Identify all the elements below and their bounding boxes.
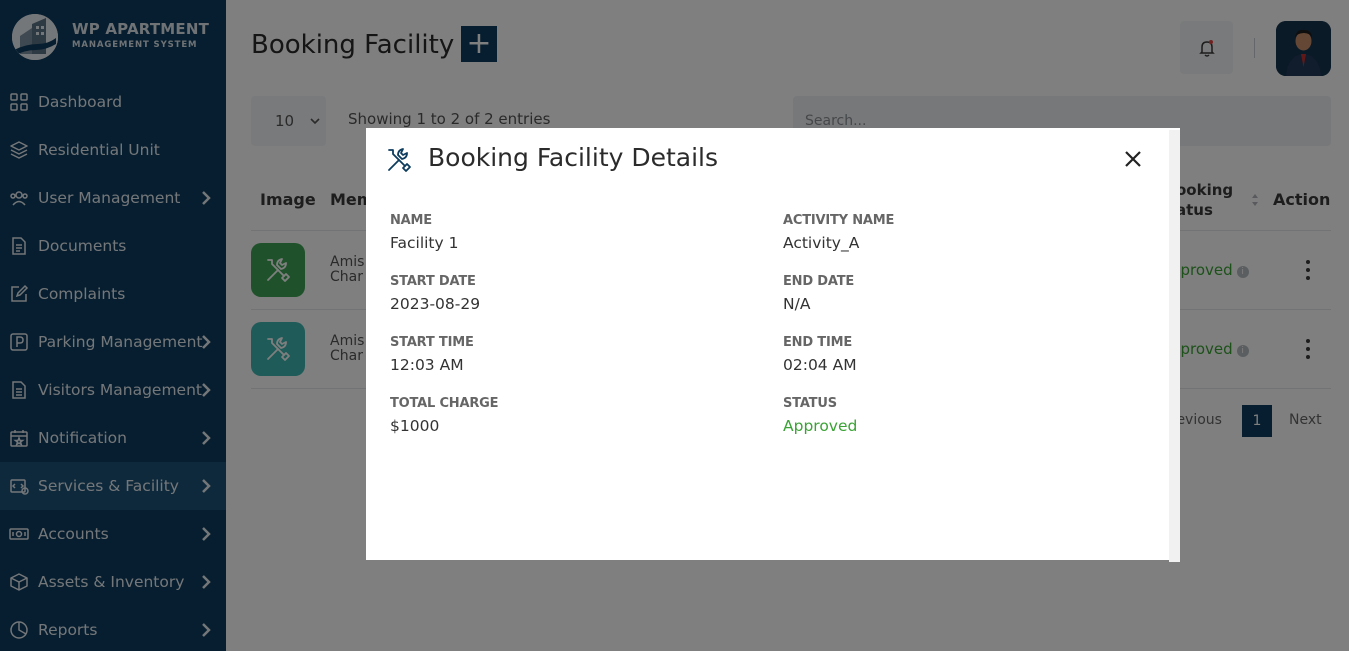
field-value-end-time: 02:04 AM [783, 356, 857, 374]
modal-scrollbar[interactable] [1169, 130, 1180, 562]
field-value-start-time: 12:03 AM [390, 356, 464, 374]
booking-details-modal: Booking Facility Details NAME Facility 1… [366, 128, 1180, 562]
field-label-total-charge: TOTAL CHARGE [390, 396, 499, 411]
modal-title: Booking Facility Details [428, 143, 719, 172]
field-label-activity: ACTIVITY NAME [783, 213, 895, 228]
tools-icon [388, 148, 411, 172]
field-value-start-date: 2023-08-29 [390, 295, 481, 313]
field-label-end-date: END DATE [783, 274, 855, 289]
field-label-start-date: START DATE [390, 274, 476, 289]
field-value-name: Facility 1 [390, 234, 459, 252]
field-label-start-time: START TIME [390, 335, 474, 350]
field-label-name: NAME [390, 213, 432, 228]
field-value-total-charge: $1000 [390, 417, 440, 435]
field-label-status: STATUS [783, 396, 837, 411]
field-value-status: Approved [783, 417, 858, 435]
field-value-end-date: N/A [783, 295, 811, 313]
field-label-end-time: END TIME [783, 335, 852, 350]
field-value-activity: Activity_A [783, 234, 860, 252]
close-icon[interactable] [1123, 149, 1143, 169]
